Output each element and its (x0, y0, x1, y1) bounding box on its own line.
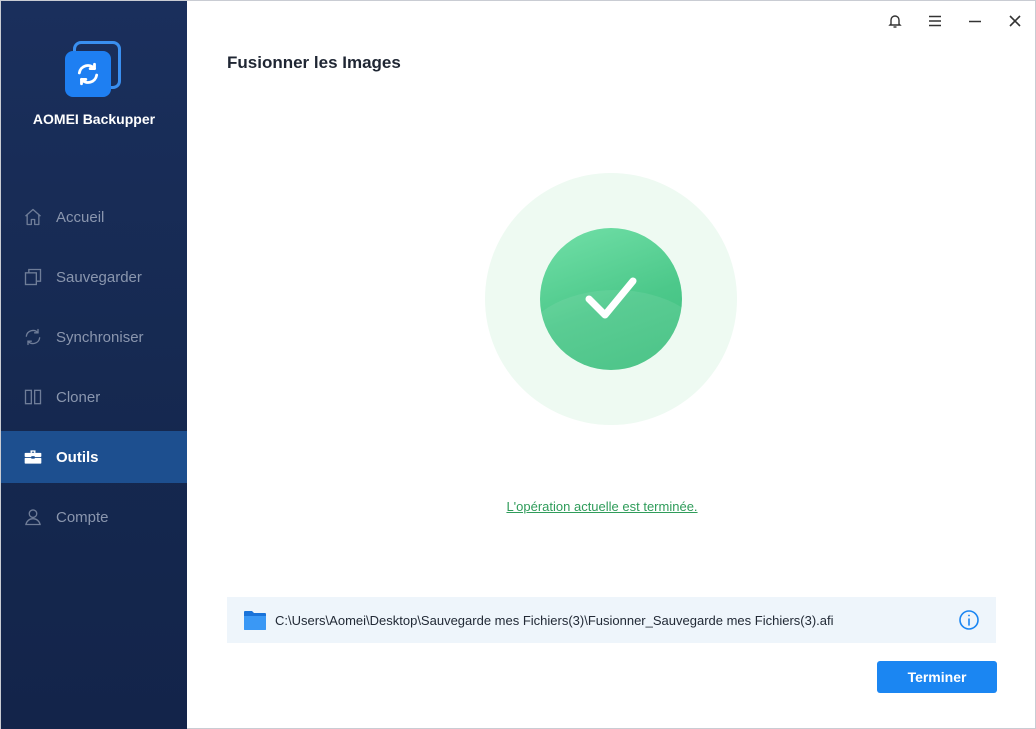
sidebar-nav: Accueil Sauvegarder Synchroniser Cloner … (1, 191, 187, 551)
page-title: Fusionner les Images (227, 53, 401, 72)
sidebar-item-accueil[interactable]: Accueil (1, 191, 187, 243)
user-icon (25, 509, 41, 526)
output-path-bar: C:\Users\Aomei\Desktop\Sauvegarde mes Fi… (227, 597, 996, 643)
info-icon[interactable] (958, 609, 980, 631)
toolbox-icon (24, 450, 42, 464)
sidebar-item-outils[interactable]: Outils (1, 431, 187, 483)
output-path-text: C:\Users\Aomei\Desktop\Sauvegarde mes Fi… (275, 612, 834, 628)
clone-icon (24, 389, 42, 405)
app-window: AOMEI Backupper Accueil Sauvegarder Sync… (0, 0, 1036, 729)
main-content: Fusionner les Images L'opération actuell… (187, 1, 1036, 729)
home-icon (25, 208, 41, 226)
sidebar-item-sauvegarder[interactable]: Sauvegarder (1, 251, 187, 303)
sidebar-item-label: Compte (56, 508, 109, 526)
sidebar-item-label: Synchroniser (56, 328, 144, 346)
operation-status-link[interactable]: L'opération actuelle est terminée. (187, 499, 1017, 514)
sidebar-item-label: Sauvegarder (56, 268, 142, 286)
success-indicator (485, 173, 737, 425)
backup-icon (24, 268, 42, 286)
app-logo (63, 41, 123, 101)
app-name: AOMEI Backupper (32, 111, 156, 127)
folder-icon (244, 611, 266, 630)
sidebar-item-label: Cloner (56, 388, 101, 406)
sidebar-item-cloner[interactable]: Cloner (1, 371, 187, 423)
sidebar-item-label: Outils (56, 448, 99, 466)
success-circle (540, 228, 682, 370)
sync-icon (25, 328, 41, 346)
checkmark-icon (585, 277, 637, 319)
sidebar: AOMEI Backupper Accueil Sauvegarder Sync… (1, 1, 187, 729)
finish-button[interactable]: Terminer (877, 661, 997, 693)
sidebar-item-synchroniser[interactable]: Synchroniser (1, 311, 187, 363)
sidebar-item-compte[interactable]: Compte (1, 491, 187, 543)
sidebar-item-label: Accueil (56, 208, 105, 226)
logo-sync-icon (65, 51, 111, 97)
